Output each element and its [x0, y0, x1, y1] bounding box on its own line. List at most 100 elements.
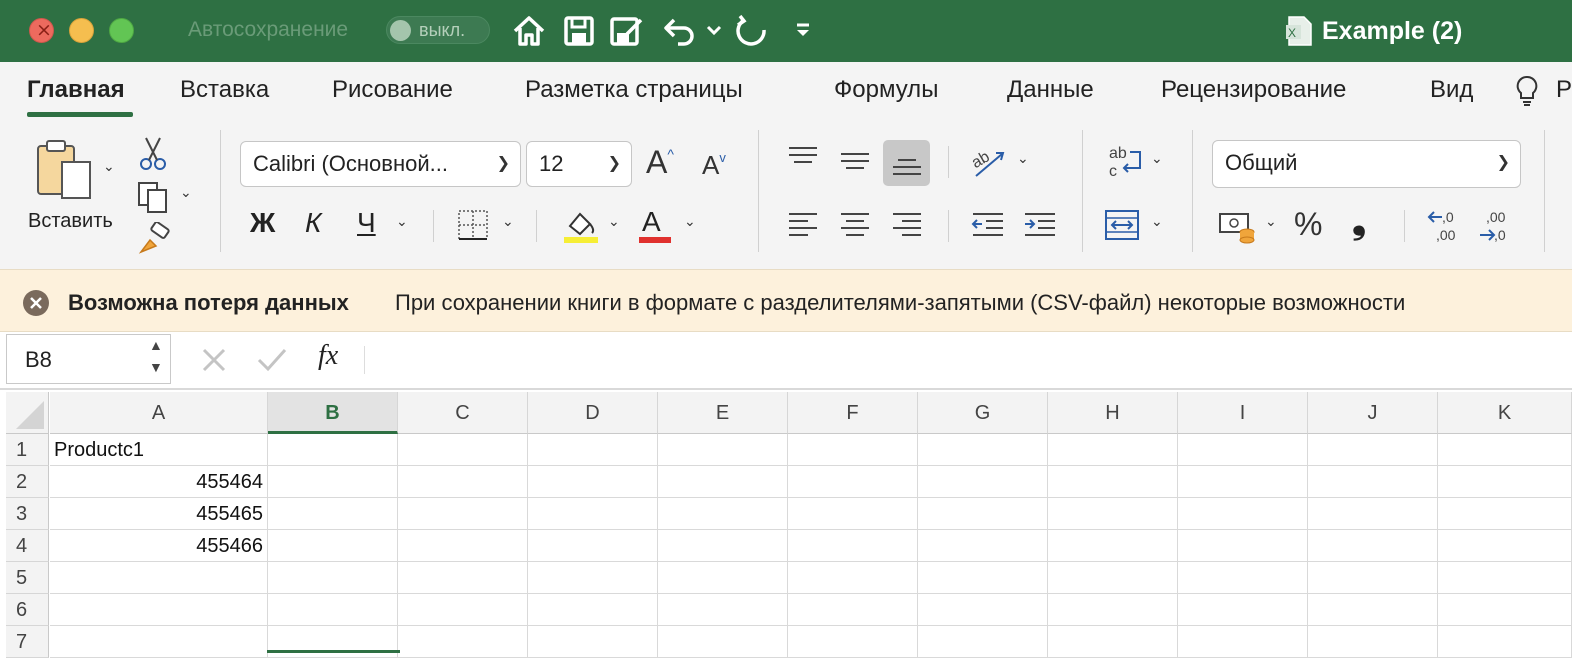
accounting-format-dropdown-icon[interactable]: ⌄ [1265, 213, 1277, 230]
row-header-5[interactable]: 5 [6, 562, 49, 594]
cell-a1[interactable]: Productc1 [50, 434, 268, 466]
paste-dropdown-icon[interactable]: ⌄ [103, 158, 115, 175]
column-header-g[interactable]: G [918, 392, 1048, 434]
cancel-entry-icon[interactable] [200, 346, 228, 374]
decrease-indent-icon[interactable] [970, 210, 1006, 240]
cell-h4[interactable] [1048, 530, 1178, 562]
minimize-window-button[interactable] [69, 18, 94, 43]
maximize-window-button[interactable] [109, 18, 134, 43]
cell-h3[interactable] [1048, 498, 1178, 530]
cell-c1[interactable] [398, 434, 528, 466]
cell-i5[interactable] [1178, 562, 1308, 594]
cell-a6[interactable] [50, 594, 268, 626]
cell-f3[interactable] [788, 498, 918, 530]
cell-e2[interactable] [658, 466, 788, 498]
tab-data[interactable]: Данные [1007, 76, 1094, 104]
cell-a3[interactable]: 455465 [50, 498, 268, 530]
cell-c4[interactable] [398, 530, 528, 562]
cell-d1[interactable] [528, 434, 658, 466]
cell-d5[interactable] [528, 562, 658, 594]
align-middle-icon[interactable] [838, 146, 872, 176]
tab-tell-me[interactable]: Р [1556, 76, 1572, 104]
cell-e1[interactable] [658, 434, 788, 466]
cell-f2[interactable] [788, 466, 918, 498]
cell-c7[interactable] [398, 626, 528, 658]
undo-dropdown-icon[interactable] [704, 12, 724, 50]
column-header-h[interactable]: H [1048, 392, 1178, 434]
cell-k3[interactable] [1438, 498, 1572, 530]
cell-i3[interactable] [1178, 498, 1308, 530]
cell-d7[interactable] [528, 626, 658, 658]
cell-f7[interactable] [788, 626, 918, 658]
wrap-text-icon[interactable]: ab c [1106, 142, 1146, 182]
cell-d2[interactable] [528, 466, 658, 498]
cell-c6[interactable] [398, 594, 528, 626]
cell-i4[interactable] [1178, 530, 1308, 562]
comma-style-button[interactable]: ❟ [1352, 200, 1366, 243]
cell-b6[interactable] [268, 594, 398, 626]
cell-c2[interactable] [398, 466, 528, 498]
align-top-icon[interactable] [786, 144, 820, 174]
column-header-f[interactable]: F [788, 392, 918, 434]
name-box-down-icon[interactable]: ▼ [149, 359, 163, 375]
column-header-b[interactable]: B [268, 392, 398, 434]
cell-d6[interactable] [528, 594, 658, 626]
column-header-c[interactable]: C [398, 392, 528, 434]
save-icon[interactable] [562, 12, 596, 50]
fill-color-dropdown-icon[interactable]: ⌄ [608, 213, 620, 230]
column-header-k[interactable]: K [1438, 392, 1572, 434]
cell-f1[interactable] [788, 434, 918, 466]
cell-e3[interactable] [658, 498, 788, 530]
cell-g4[interactable] [918, 530, 1048, 562]
font-color-button[interactable]: A [642, 206, 661, 238]
cell-k4[interactable] [1438, 530, 1572, 562]
insert-function-button[interactable]: fx [318, 340, 338, 372]
cell-b2[interactable] [268, 466, 398, 498]
decrease-decimal-icon[interactable]: ,00 ,0 [1478, 206, 1518, 244]
undo-icon[interactable] [662, 12, 696, 50]
cell-i6[interactable] [1178, 594, 1308, 626]
row-header-4[interactable]: 4 [6, 530, 49, 562]
fill-color-icon[interactable] [562, 206, 600, 244]
increase-font-size-button[interactable]: A^ [646, 144, 674, 181]
borders-dropdown-icon[interactable]: ⌄ [502, 213, 514, 230]
decrease-font-size-button[interactable]: Av [702, 150, 726, 181]
italic-button[interactable]: К [305, 207, 322, 239]
percent-style-button[interactable]: % [1294, 206, 1322, 243]
paste-icon[interactable] [34, 138, 96, 202]
font-name-select[interactable]: Calibri (Основной... ❯ [240, 141, 521, 187]
tab-page-layout[interactable]: Разметка страницы [525, 76, 743, 104]
cell-g1[interactable] [918, 434, 1048, 466]
cell-h5[interactable] [1048, 562, 1178, 594]
tab-home[interactable]: Главная [27, 76, 125, 104]
font-size-select[interactable]: 12 ❯ [526, 141, 632, 187]
cell-i2[interactable] [1178, 466, 1308, 498]
cell-j2[interactable] [1308, 466, 1438, 498]
accounting-format-icon[interactable] [1218, 208, 1258, 244]
name-box[interactable]: B8 ▲ ▼ [6, 334, 171, 384]
cell-h7[interactable] [1048, 626, 1178, 658]
cell-k1[interactable] [1438, 434, 1572, 466]
row-header-7[interactable]: 7 [6, 626, 49, 658]
cell-k6[interactable] [1438, 594, 1572, 626]
merge-center-dropdown-icon[interactable]: ⌄ [1151, 213, 1163, 230]
copy-dropdown-icon[interactable]: ⌄ [180, 184, 192, 201]
column-header-j[interactable]: J [1308, 392, 1438, 434]
cell-b5[interactable] [268, 562, 398, 594]
text-orientation-icon[interactable]: ab [968, 142, 1008, 182]
align-left-icon[interactable] [786, 210, 820, 240]
cell-f5[interactable] [788, 562, 918, 594]
cell-j1[interactable] [1308, 434, 1438, 466]
customize-toolbar-icon[interactable] [792, 12, 814, 50]
cell-j4[interactable] [1308, 530, 1438, 562]
copy-icon[interactable] [136, 180, 172, 214]
borders-icon[interactable] [456, 208, 490, 242]
row-header-6[interactable]: 6 [6, 594, 49, 626]
cell-f4[interactable] [788, 530, 918, 562]
column-header-d[interactable]: D [528, 392, 658, 434]
cell-k5[interactable] [1438, 562, 1572, 594]
row-header-3[interactable]: 3 [6, 498, 49, 530]
tab-draw[interactable]: Рисование [332, 76, 453, 104]
row-header-1[interactable]: 1 [6, 434, 49, 466]
cell-g7[interactable] [918, 626, 1048, 658]
